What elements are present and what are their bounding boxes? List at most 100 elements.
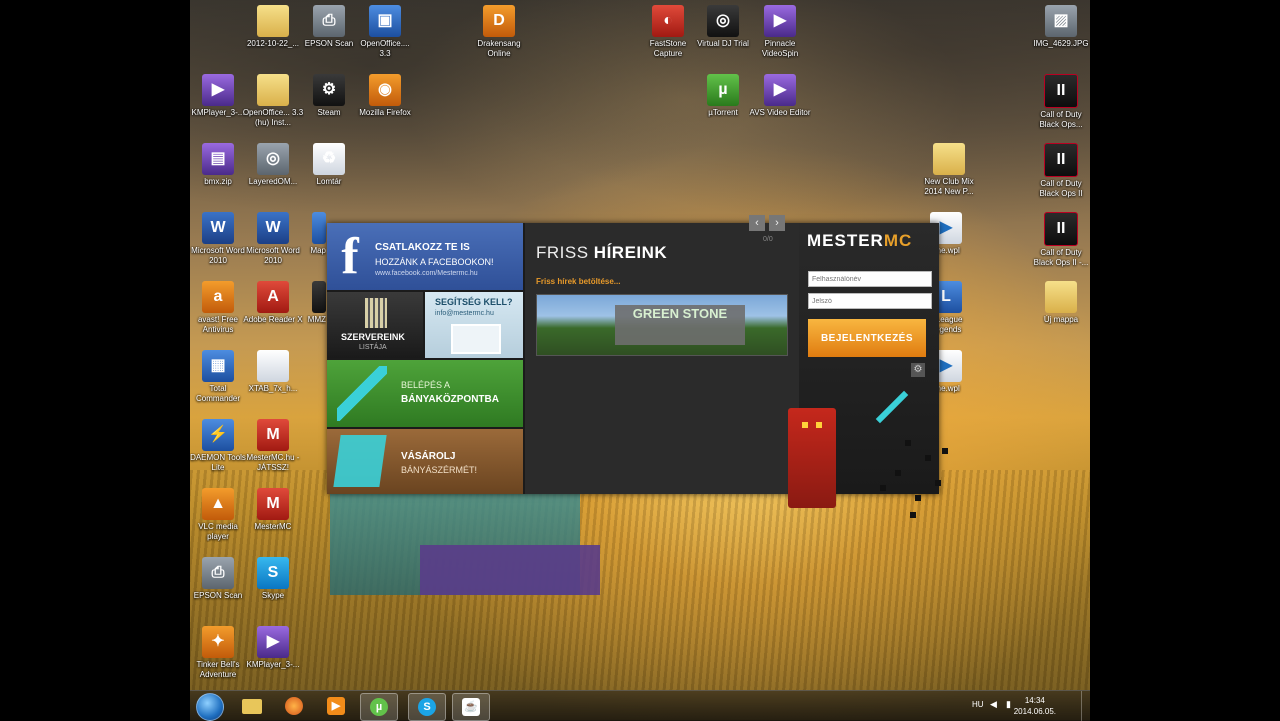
block-shard: [935, 480, 941, 486]
shop-tile[interactable]: VÁSÁROLJ BÁNYÁSZÉRMÉT!: [327, 429, 523, 494]
cod-icon: II: [1044, 143, 1078, 177]
map-icon: [312, 212, 326, 244]
desktop-icon-cod-bo2-mp[interactable]: II Call of Duty Black Ops II -...: [1030, 212, 1092, 268]
vlc-icon: ▲: [202, 488, 234, 520]
servers-tile[interactable]: SZERVEREINK LISTÁJA: [327, 292, 423, 358]
desktop-icon-virtualdj[interactable]: ◎ Virtual DJ Trial: [692, 5, 754, 49]
taskbar-skype[interactable]: S: [408, 693, 446, 721]
desktop-icon-drakensang[interactable]: D Drakensang Online: [468, 5, 530, 59]
prev-news-button[interactable]: ‹: [749, 215, 765, 231]
block-shard: [925, 455, 931, 461]
desktop-icon-openoffice-inst[interactable]: OpenOffice... 3.3 (hu) Inst...: [242, 74, 304, 128]
username-input[interactable]: [808, 271, 932, 287]
help-tile[interactable]: SEGÍTSÉG KELL? info@mestermc.hu: [425, 292, 523, 358]
skype-icon: S: [418, 698, 436, 716]
cod-icon: II: [1044, 74, 1078, 108]
block-shard: [895, 470, 901, 476]
wheat-field: [190, 470, 1090, 690]
block-shard: [905, 440, 911, 446]
block-shard: [910, 512, 916, 518]
desktop-icon-faststone[interactable]: ◐ FastStone Capture: [637, 5, 699, 59]
kmplayer-icon: ▶: [257, 626, 289, 658]
taskbar-java[interactable]: ☕: [452, 693, 490, 721]
desktop-icon-recycle-bin[interactable]: ♻ Lomtár: [298, 143, 360, 187]
taskbar-utorrent[interactable]: µ: [360, 693, 398, 721]
volume-icon[interactable]: ◀: [990, 699, 997, 710]
desktop-icon-img-4629[interactable]: ▨ IMG_4629.JPG: [1030, 5, 1092, 49]
desktop-icon-layeredom[interactable]: ◎ LayeredOM...: [242, 143, 304, 187]
total-commander-icon: ▦: [202, 350, 234, 382]
news-loading-text: Friss hírek betöltése...: [536, 277, 621, 286]
desktop-icon-tinkerbell[interactable]: ✦ Tinker Bell's Adventure: [187, 626, 249, 680]
desktop-icon-kmplayer-2[interactable]: ▶ KMPlayer_3-...: [242, 626, 304, 670]
desktop-icon-new-club-mix[interactable]: New Club Mix 2014 New P...: [918, 143, 980, 197]
desktop-icon-total-commander[interactable]: ▦ Total Commander: [187, 350, 249, 404]
word-icon: W: [202, 212, 234, 244]
server-rack-icon: [365, 298, 387, 328]
folder-icon: [257, 5, 289, 37]
desktop-icon-mmz[interactable]: MMZ: [286, 281, 326, 325]
settings-gear-icon[interactable]: ⚙: [911, 363, 925, 377]
desktop-icon-steam[interactable]: ⚙ Steam: [298, 74, 360, 118]
show-desktop-button[interactable]: [1081, 691, 1090, 721]
taskbar: ▶ µ S ☕ HU ◀ ▮ 14:34 2014.06.05.: [190, 690, 1090, 721]
taskbar-firefox[interactable]: [276, 693, 312, 719]
password-input[interactable]: [808, 293, 932, 309]
envelope-icon: [451, 324, 501, 354]
desktop-icon-mestermc[interactable]: M MesterMC: [242, 488, 304, 532]
folder-icon: [257, 74, 289, 106]
block-shard: [915, 495, 921, 501]
folder-icon: [933, 143, 965, 175]
cod-icon: II: [1044, 212, 1078, 246]
desktop-icon-epson-scan[interactable]: ⎙ EPSON Scan: [298, 5, 360, 49]
desktop-icon-vlc[interactable]: ▲ VLC media player: [187, 488, 249, 542]
skype-icon: S: [257, 557, 289, 589]
desktop-icon-mestermc-play[interactable]: M MesterMC.hu - JÁTSSZ!: [242, 419, 304, 473]
taskbar-media-player[interactable]: ▶: [318, 693, 354, 719]
firefox-icon: [285, 697, 303, 715]
desktop-icon-map[interactable]: Map: [286, 212, 326, 256]
avast-icon: a: [202, 281, 234, 313]
java-icon: ☕: [462, 698, 480, 716]
desktop-icon-bmx-zip[interactable]: ▤ bmx.zip: [187, 143, 249, 187]
diamond-icon: [333, 435, 387, 487]
news-title: FRISS HÍREINK: [536, 243, 668, 262]
start-button[interactable]: [196, 693, 224, 721]
image-icon: ▨: [1045, 5, 1077, 37]
news-banner[interactable]: GREEN STONE: [536, 294, 788, 356]
desktop-icon-cod-bo[interactable]: II Call of Duty Black Ops...: [1030, 74, 1092, 130]
desktop-icon-avs[interactable]: ▶ AVS Video Editor: [749, 74, 811, 118]
archive-icon: ▤: [202, 143, 234, 175]
desktop-icon-skype[interactable]: S Skype: [242, 557, 304, 601]
desktop-icon-pinnacle[interactable]: ▶ Pinnacle VideoSpin: [749, 5, 811, 59]
news-panel: FRISS HÍREINK Friss hírek betöltése... G…: [525, 223, 799, 494]
utorrent-icon: µ: [370, 698, 388, 716]
desktop-icon-epson-2[interactable]: ⎙ EPSON Scan: [187, 557, 249, 601]
banner-title: GREEN STONE: [615, 305, 745, 345]
avs-icon: ▶: [764, 74, 796, 106]
desktop-icon-xtab[interactable]: XTAB_7x_h...: [242, 350, 304, 394]
desktop-icon-word-1[interactable]: W Microsoft Word 2010: [187, 212, 249, 266]
taskbar-explorer[interactable]: [234, 693, 270, 719]
desktop-icon-folder-2012[interactable]: 2012-10-22_...: [242, 5, 304, 49]
login-button[interactable]: BEJELENTKEZÉS: [808, 319, 926, 357]
language-indicator[interactable]: HU: [972, 700, 984, 709]
desktop-icon-openoffice[interactable]: ▣ OpenOffice.... 3.3: [354, 5, 416, 59]
system-clock[interactable]: 14:34 2014.06.05.: [1014, 695, 1056, 717]
next-news-button[interactable]: ›: [769, 215, 785, 231]
desktop-icon-daemon[interactable]: ⚡ DAEMON Tools Lite: [187, 419, 249, 473]
desktop-icon-kmplayer[interactable]: ▶ KMPlayer_3-...: [187, 74, 249, 118]
pinnacle-icon: ▶: [764, 5, 796, 37]
scanner-icon: ⎙: [202, 557, 234, 589]
faststone-icon: ◐: [652, 5, 684, 37]
desktop-icon-cod-bo2[interactable]: II Call of Duty Black Ops II: [1030, 143, 1092, 199]
mestermc-logo: MESTERMC: [807, 231, 913, 250]
facebook-tile[interactable]: f CSATLAKOZZ TE IS HOZZÁNK A FACEBOOKON!…: [327, 223, 523, 290]
desktop-icon-firefox[interactable]: ◉ Mozilla Firefox: [354, 74, 416, 118]
desktop-icon-avast[interactable]: a avast! Free Antivirus: [187, 281, 249, 335]
mine-center-tile[interactable]: BELÉPÉS A BÁNYAKÖZPONTBA: [327, 360, 523, 427]
desktop-icon-utorrent[interactable]: µ µTorrent: [692, 74, 754, 118]
network-icon[interactable]: ▮: [1006, 699, 1011, 710]
desktop-icon-uj-mappa[interactable]: Új mappa: [1030, 281, 1092, 325]
minecraft-character-legs: [420, 545, 600, 595]
